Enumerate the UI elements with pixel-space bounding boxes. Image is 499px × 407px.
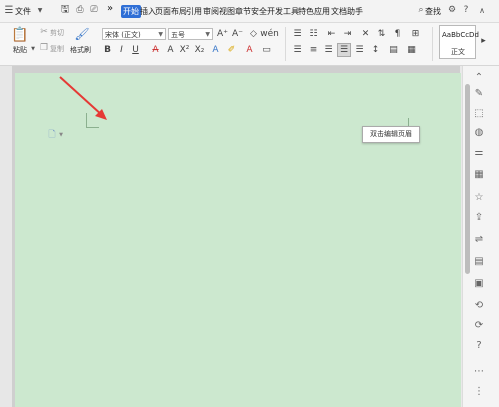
char-border-icon[interactable]: ▭ [261, 44, 272, 55]
storage-icon[interactable]: ▤ [472, 254, 486, 268]
select-icon[interactable]: ⬚ [472, 106, 486, 120]
tab-page-layout[interactable]: 页面布局 [155, 6, 187, 17]
chevron-down-icon: ▼ [158, 31, 163, 38]
tab-chapter[interactable]: 章节 [235, 6, 251, 17]
edit-icon[interactable]: ✎ [472, 86, 486, 100]
font-name-select[interactable]: 宋体 (正文) ▼ [102, 28, 166, 40]
page-icon[interactable]: 🗋 [47, 130, 57, 140]
bold-icon[interactable]: B [102, 44, 113, 55]
copy-icon[interactable]: ❐ [39, 43, 49, 53]
tab-review[interactable]: 审阅 [203, 6, 219, 17]
tab-home[interactable]: 开始 [121, 5, 141, 18]
sort-icon[interactable]: ⇅ [376, 28, 387, 39]
underline-icon[interactable]: U [130, 44, 141, 55]
chevron-down-icon: ▼ [205, 31, 210, 38]
more-options-icon[interactable]: ⋯ [472, 364, 486, 378]
phonetic-icon[interactable]: wén [260, 28, 279, 39]
chevron-down-icon[interactable]: ▼ [36, 6, 44, 14]
chinese-layout-icon[interactable]: ✕ [360, 28, 371, 39]
style-scroll-icon[interactable]: ▸ [478, 35, 489, 46]
cut-icon[interactable]: ✂ [39, 27, 49, 37]
print-icon[interactable]: ⎚ [89, 5, 99, 15]
hamburger-menu-icon[interactable]: ☰ [4, 5, 14, 16]
file-menu[interactable]: 文件 [15, 6, 31, 17]
document-tool-icon[interactable]: ▦ [472, 167, 486, 181]
tab-doc-assistant[interactable]: 文档助手 [331, 6, 363, 17]
style-name: 正文 [451, 48, 465, 56]
paste-button[interactable]: 粘贴 [13, 45, 27, 55]
tab-view[interactable]: 视图 [219, 6, 235, 17]
subscript-icon[interactable]: X₂ [194, 44, 205, 55]
shading-icon[interactable]: A [165, 44, 176, 55]
ribbon-toolbar: 📋 粘贴 ▼ ✂ 剪切 ❐ 复制 🖌 格式刷 宋体 (正文) ▼ 五号 ▼ A⁺ A… [0, 23, 499, 66]
save-icon[interactable]: 🖫 [60, 4, 70, 15]
vertical-scrollbar[interactable] [465, 84, 470, 274]
divider [432, 27, 433, 61]
settings-icon[interactable]: ⚙ [447, 5, 457, 15]
collapse-sidebar-icon[interactable]: ⌃ [472, 70, 486, 84]
export-icon[interactable]: ⎙ [75, 5, 85, 15]
cut-button[interactable]: 剪切 [50, 28, 64, 38]
align-right-icon[interactable]: ☰ [323, 44, 334, 55]
search-label[interactable]: 查找 [425, 6, 441, 17]
font-size-value: 五号 [171, 31, 185, 39]
tab-special-apps[interactable]: 特色应用 [298, 6, 330, 17]
format-painter-button[interactable]: 格式刷 [70, 45, 91, 55]
decrease-font-icon[interactable]: A⁻ [232, 28, 243, 39]
superscript-icon[interactable]: X² [179, 44, 190, 55]
adjust-icon[interactable]: ⚌ [472, 145, 486, 159]
align-left-icon[interactable]: ☰ [292, 44, 303, 55]
divider [285, 27, 286, 61]
style-gallery-normal[interactable]: AaBbCcDd 正文 [439, 25, 479, 59]
help-icon[interactable]: ? [461, 5, 471, 15]
highlight-icon[interactable]: ✐ [226, 44, 237, 55]
font-size-select[interactable]: 五号 ▼ [168, 28, 213, 40]
bullet-list-icon[interactable]: ☰ [292, 28, 303, 39]
chevron-down-icon[interactable]: ▼ [58, 132, 64, 138]
paste-icon[interactable]: 📋 [11, 27, 28, 43]
share-icon[interactable]: ⇪ [472, 210, 486, 224]
clear-format-icon[interactable]: ◇ [248, 28, 259, 39]
para-settings-icon[interactable]: ⊞ [410, 28, 421, 39]
format-painter-icon[interactable]: 🖌 [74, 27, 89, 41]
style-preview: AaBbCcDd [442, 31, 479, 39]
distributed-icon[interactable]: ☰ [354, 44, 365, 55]
tab-insert[interactable]: 插入 [140, 6, 156, 17]
italic-icon[interactable]: I [116, 44, 127, 55]
collapse-ribbon-icon[interactable]: ∧ [477, 5, 487, 15]
tab-security[interactable]: 安全 [251, 6, 267, 17]
number-list-icon[interactable]: ☷ [308, 28, 319, 39]
font-name-value: 宋体 (正文) [105, 31, 141, 39]
tab-developer[interactable]: 开发工具 [267, 6, 299, 17]
left-panel-strip [0, 66, 12, 407]
history-icon[interactable]: ⟳ [472, 318, 486, 332]
picture-icon[interactable]: ▣ [472, 276, 486, 290]
strikethrough-icon[interactable]: A [150, 44, 161, 55]
align-center-icon[interactable]: ≡ [308, 44, 319, 55]
arrow-annotation [59, 76, 107, 120]
show-marks-icon[interactable]: ¶ [392, 28, 403, 39]
shading-fill-icon[interactable]: ▤ [388, 44, 399, 55]
header-edit-tooltip: 双击编辑页眉 [362, 126, 420, 143]
shapes-icon[interactable]: ◍ [472, 125, 486, 139]
increase-indent-icon[interactable]: ⇥ [342, 28, 353, 39]
menu-bar: ☰ 文件 ▼ 🖫 ⎙ ⎚ » 开始 插入 页面布局 引用 审阅 视图 章节 安全… [0, 0, 499, 23]
tab-references[interactable]: 引用 [186, 6, 202, 17]
arrow-shaft [59, 76, 104, 117]
text-effect-icon[interactable]: A [210, 44, 221, 55]
translate-icon[interactable]: ⇌ [472, 232, 486, 246]
justify-icon[interactable]: ☰ [337, 43, 351, 57]
line-spacing-icon[interactable]: ↕ [370, 44, 381, 55]
font-color-icon[interactable]: A [244, 44, 255, 55]
backup-icon[interactable]: ⟲ [472, 298, 486, 312]
border-icon[interactable]: ▦ [406, 44, 417, 55]
star-icon[interactable]: ☆ [472, 190, 486, 204]
copy-button[interactable]: 复制 [50, 44, 64, 54]
decrease-indent-icon[interactable]: ⇤ [326, 28, 337, 39]
increase-font-icon[interactable]: A⁺ [217, 28, 228, 39]
expand-icon[interactable]: ⋮ [472, 384, 486, 398]
chevron-down-icon[interactable]: ▼ [30, 46, 36, 52]
more-icon[interactable]: » [107, 3, 113, 14]
help-icon[interactable]: ? [472, 338, 486, 352]
